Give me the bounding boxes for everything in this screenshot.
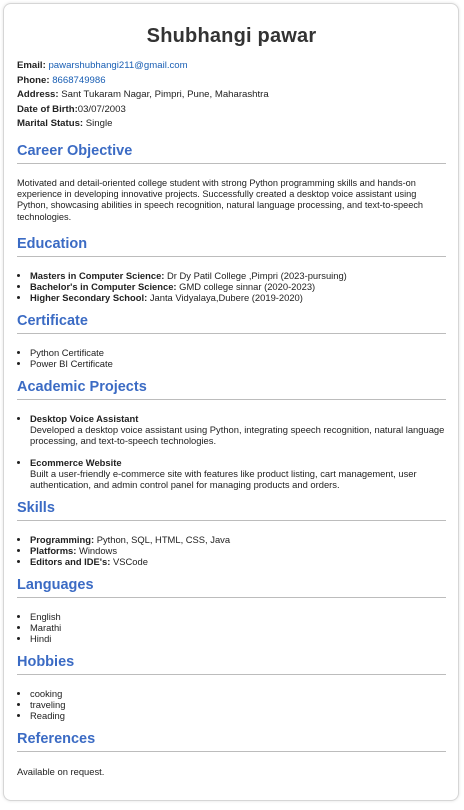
career-heading: Career Objective	[17, 142, 446, 164]
education-item: Bachelor's in Computer Science: GMD coll…	[30, 281, 446, 292]
education-item-value: GMD college sinnar (2020-2023)	[179, 281, 316, 293]
education-heading: Education	[17, 235, 446, 258]
email-link[interactable]: pawarshubhangi211@gmail.com	[48, 60, 187, 71]
project-item: Ecommerce WebsiteBuilt a user-friendly e…	[30, 457, 446, 490]
project-name: Desktop Voice Assistant	[30, 413, 139, 425]
certificate-heading: Certificate	[17, 312, 446, 335]
skill-value: VSCode	[112, 556, 148, 568]
address-value: Sant Tukaram Nagar, Pimpri, Pune, Mahara…	[61, 89, 269, 100]
skill-value: Python, SQL, HTML, CSS, Java	[96, 534, 231, 546]
marital-label: Marital Status:	[17, 118, 84, 129]
contact-info: Email: pawarshubhangi211@gmail.com Phone…	[17, 59, 446, 132]
phone-value: 8668749986	[52, 74, 106, 86]
project-name: Ecommerce Website	[30, 457, 122, 469]
project-description: Built a user-friendly e-commerce site wi…	[30, 468, 417, 491]
skills-section: Skills Programming: Python, SQL, HTML, C…	[17, 499, 446, 567]
education-item-value: Dr Dy Patil College ,Pimpri (2023-pursui…	[167, 270, 347, 282]
email-label: Email:	[17, 60, 46, 71]
language-item: Hindi	[30, 633, 446, 644]
contact-address-row: Address: Sant Tukaram Nagar, Pimpri, Pun…	[17, 88, 446, 103]
project-description: Developed a desktop voice assistant usin…	[30, 424, 445, 447]
education-item-label: Masters in Computer Science:	[30, 270, 165, 282]
marital-value: Single	[85, 118, 113, 129]
certificate-list: Python Certificate Power BI Certificate	[17, 347, 446, 369]
education-section: Education Masters in Computer Science: D…	[17, 235, 446, 303]
education-item-value: Janta Vidyalaya,Dubere (2019-2020)	[149, 292, 303, 304]
resume-card: Shubhangi pawar Email: pawarshubhangi211…	[3, 3, 459, 801]
skill-item: Platforms: Windows	[30, 545, 446, 556]
education-list: Masters in Computer Science: Dr Dy Patil…	[17, 270, 446, 303]
dob-value: 03/07/2003	[77, 103, 126, 115]
language-item: Marathi	[30, 622, 446, 633]
languages-list: English Marathi Hindi	[17, 611, 446, 644]
certificate-item: Power BI Certificate	[30, 358, 446, 369]
projects-section: Academic Projects Desktop Voice Assistan…	[17, 378, 446, 490]
education-item-label: Bachelor's in Computer Science:	[30, 281, 177, 293]
references-heading: References	[17, 730, 446, 753]
references-section: References Available on request.	[17, 730, 446, 777]
career-section: Career Objective Motivated and detail-or…	[17, 142, 446, 224]
skill-item: Programming: Python, SQL, HTML, CSS, Jav…	[30, 534, 446, 545]
contact-email-row: Email: pawarshubhangi211@gmail.com	[17, 59, 446, 74]
certificate-item: Python Certificate	[30, 347, 446, 358]
projects-heading: Academic Projects	[17, 378, 446, 401]
phone-label: Phone:	[17, 74, 50, 86]
education-item: Masters in Computer Science: Dr Dy Patil…	[30, 270, 446, 281]
skill-label: Programming:	[30, 534, 95, 546]
hobby-item: Reading	[30, 710, 446, 721]
career-text: Motivated and detail-oriented college st…	[17, 177, 424, 222]
contact-marital-row: Marital Status: Single	[17, 117, 446, 132]
hobbies-section: Hobbies cooking traveling Reading	[17, 653, 446, 721]
hobbies-heading: Hobbies	[17, 653, 446, 676]
certificate-section: Certificate Python Certificate Power BI …	[17, 312, 446, 369]
hobbies-list: cooking traveling Reading	[17, 688, 446, 721]
resume-name: Shubhangi pawar	[146, 25, 317, 47]
skills-heading: Skills	[17, 499, 446, 522]
skills-list: Programming: Python, SQL, HTML, CSS, Jav…	[17, 534, 446, 567]
skill-item: Editors and IDE's: VSCode	[30, 556, 446, 567]
hobby-item: cooking	[30, 688, 446, 699]
skill-value: Windows	[78, 545, 118, 557]
contact-phone-row: Phone: 8668749986	[17, 74, 446, 89]
dob-label: Date of Birth:	[17, 103, 78, 115]
languages-heading: Languages	[17, 576, 446, 599]
languages-section: Languages English Marathi Hindi	[17, 576, 446, 644]
contact-dob-row: Date of Birth:03/07/2003	[17, 103, 446, 118]
hobby-item: traveling	[30, 699, 446, 710]
education-item: Higher Secondary School: Janta Vidyalaya…	[30, 292, 446, 303]
language-item: English	[30, 611, 446, 622]
skill-label: Platforms:	[30, 545, 77, 557]
projects-list: Desktop Voice AssistantDeveloped a deskt…	[17, 413, 446, 490]
project-item: Desktop Voice AssistantDeveloped a deskt…	[30, 413, 446, 446]
address-label: Address:	[17, 89, 59, 100]
references-text: Available on request.	[17, 766, 105, 778]
skill-label: Editors and IDE's:	[30, 556, 111, 568]
education-item-label: Higher Secondary School:	[30, 292, 148, 304]
